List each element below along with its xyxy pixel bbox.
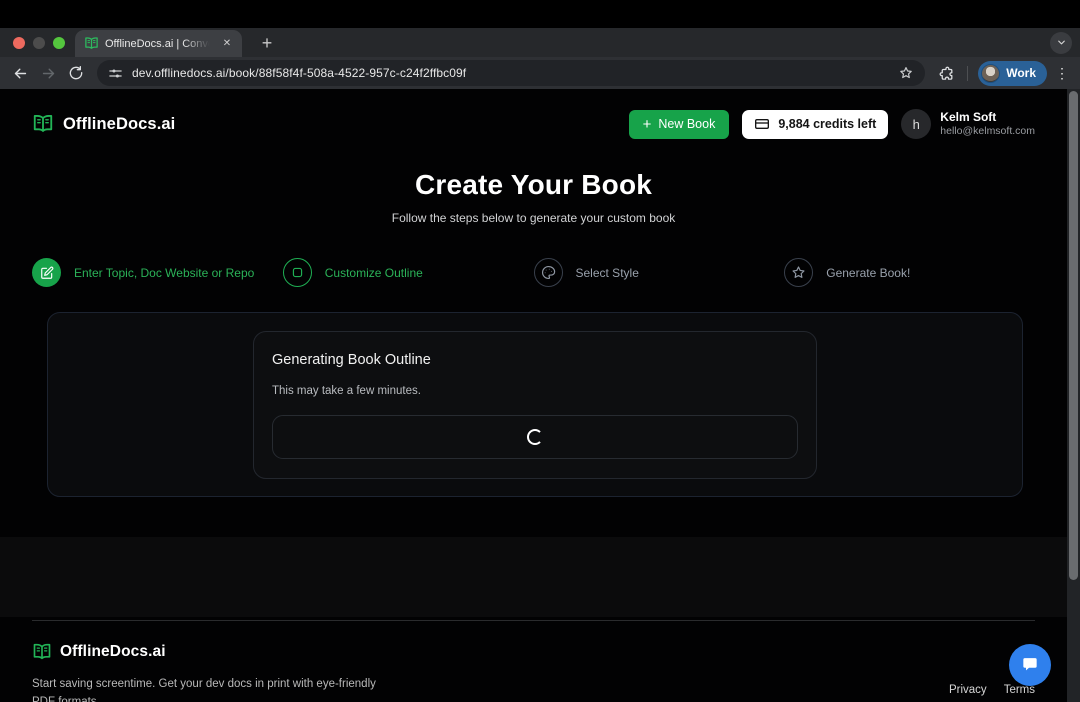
profile-label: Work <box>1006 66 1036 80</box>
footer-logo-text: OfflineDocs.ai <box>60 643 166 661</box>
back-icon[interactable] <box>9 62 31 84</box>
forward-icon <box>37 62 59 84</box>
page-subtitle: Follow the steps below to generate your … <box>0 211 1067 225</box>
step-label: Customize Outline <box>325 266 423 280</box>
new-book-button[interactable]: + New Book <box>629 110 730 139</box>
browser-tab[interactable]: OfflineDocs.ai | Convert Tech ✕ <box>75 30 242 57</box>
steps-row: Enter Topic, Doc Website or Repo Customi… <box>0 258 1067 287</box>
site-footer: OfflineDocs.ai Start saving screentime. … <box>0 620 1067 702</box>
site-logo[interactable]: OfflineDocs.ai <box>32 113 175 135</box>
footer-divider <box>32 620 1035 621</box>
generating-title: Generating Book Outline <box>272 352 798 368</box>
generating-card: Generating Book Outline This may take a … <box>253 331 817 479</box>
square-icon <box>283 258 312 287</box>
footer-links: Privacy Terms <box>949 684 1035 696</box>
progress-box <box>272 415 798 459</box>
chat-widget-button[interactable] <box>1009 644 1051 686</box>
page-content: OfflineDocs.ai + New Book 9,884 credits … <box>0 89 1067 702</box>
browser-toolbar: dev.offlinedocs.ai/book/88f58f4f-508a-45… <box>0 57 1080 89</box>
window-titlebar <box>0 0 1080 28</box>
traffic-lights <box>0 37 75 49</box>
page-title: Create Your Book <box>0 169 1067 201</box>
credits-badge[interactable]: 9,884 credits left <box>742 110 888 139</box>
profile-avatar <box>981 64 1000 83</box>
tab-close-icon[interactable]: ✕ <box>219 36 235 52</box>
workflow-panel: Generating Book Outline This may take a … <box>47 312 1023 497</box>
step-customize-outline: Customize Outline <box>283 258 534 287</box>
close-window-button[interactable] <box>13 37 25 49</box>
address-bar[interactable]: dev.offlinedocs.ai/book/88f58f4f-508a-45… <box>97 60 925 86</box>
scrollbar <box>1067 89 1080 702</box>
new-tab-button[interactable]: + <box>255 31 279 55</box>
bookmark-star-icon[interactable] <box>898 65 914 81</box>
browser-profile-chip[interactable]: Work <box>978 61 1047 86</box>
step-label: Generate Book! <box>826 266 910 280</box>
toolbar-divider <box>967 66 968 81</box>
chat-bubble-icon <box>1020 655 1040 675</box>
book-logo-icon <box>32 642 52 662</box>
browser-menu-icon[interactable]: ⋮ <box>1053 65 1071 82</box>
minimize-window-button[interactable] <box>33 37 45 49</box>
background-band <box>0 537 1067 617</box>
generating-subtitle: This may take a few minutes. <box>272 385 798 397</box>
tab-search-chevron-icon[interactable] <box>1050 32 1072 54</box>
hero-section: Create Your Book Follow the steps below … <box>0 169 1067 225</box>
footer-description: Start saving screentime. Get your dev do… <box>32 675 384 702</box>
user-name: Kelm Soft <box>940 110 1035 125</box>
url-text: dev.offlinedocs.ai/book/88f58f4f-508a-45… <box>132 66 889 80</box>
palette-icon <box>534 258 563 287</box>
zoom-window-button[interactable] <box>53 37 65 49</box>
step-generate-book: Generate Book! <box>784 258 1035 287</box>
avatar: h <box>901 109 931 139</box>
plus-icon: + <box>643 117 652 132</box>
star-icon <box>784 258 813 287</box>
tab-strip: OfflineDocs.ai | Convert Tech ✕ + <box>0 28 1080 57</box>
scrollbar-thumb[interactable] <box>1069 91 1078 580</box>
tab-title: OfflineDocs.ai | Convert Tech <box>105 38 213 50</box>
loading-spinner-icon <box>527 429 543 445</box>
credit-card-icon <box>754 116 770 132</box>
reload-icon[interactable] <box>65 62 87 84</box>
credits-label: 9,884 credits left <box>778 117 876 131</box>
edit-icon <box>32 258 61 287</box>
footer-logo[interactable]: OfflineDocs.ai <box>32 642 1035 662</box>
user-email: hello@kelmsoft.com <box>940 125 1035 139</box>
site-settings-icon[interactable] <box>108 66 123 81</box>
step-label: Enter Topic, Doc Website or Repo <box>74 266 254 280</box>
privacy-link[interactable]: Privacy <box>949 684 987 696</box>
user-account[interactable]: h Kelm Soft hello@kelmsoft.com <box>901 109 1035 139</box>
site-header: OfflineDocs.ai + New Book 9,884 credits … <box>0 102 1067 146</box>
site-logo-text: OfflineDocs.ai <box>63 115 175 134</box>
step-enter-topic: Enter Topic, Doc Website or Repo <box>32 258 283 287</box>
step-select-style: Select Style <box>534 258 785 287</box>
header-actions: + New Book 9,884 credits left h Kelm Sof… <box>629 109 1035 139</box>
book-logo-icon <box>32 113 54 135</box>
new-book-label: New Book <box>658 117 715 131</box>
extensions-icon[interactable] <box>935 62 957 84</box>
step-label: Select Style <box>576 266 639 280</box>
tab-favicon-book-icon <box>84 36 99 51</box>
